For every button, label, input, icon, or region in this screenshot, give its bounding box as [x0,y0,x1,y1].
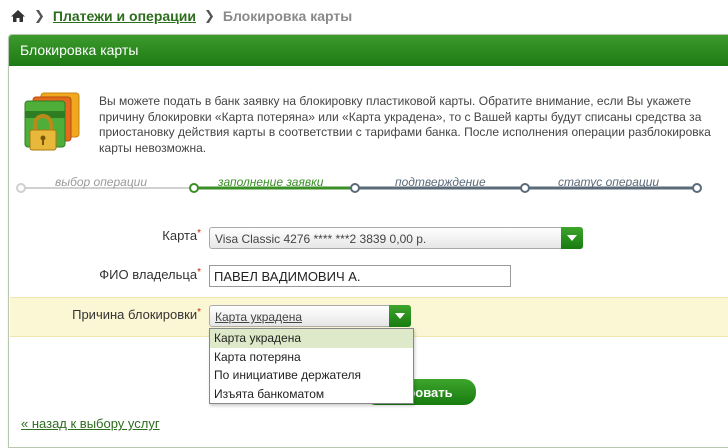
reason-select-value: Карта украдена [215,310,303,324]
back-to-services-link[interactable]: « назад к выбору услуг [21,416,160,431]
step-operation-status: статус операции [558,175,660,189]
breadcrumb-current: Блокировка карты [222,8,353,24]
dropdown-option[interactable]: Изъята банкоматом [210,385,413,404]
step-marker-icon [520,183,530,193]
step-choose-operation: выбор операции [55,175,148,189]
step-marker-icon [16,183,26,193]
card-select[interactable]: Visa Classic 4276 **** ***2 3839 0,00 р. [209,227,583,249]
dropdown-option[interactable]: По инициативе держателя [210,366,413,385]
breadcrumb: ❯ Платежи и операции ❯ Блокировка карты [10,6,352,26]
chevron-down-icon[interactable] [389,305,411,327]
required-mark: * [197,307,201,318]
breadcrumb-separator-icon: ❯ [34,8,45,23]
chevron-down-icon[interactable] [561,227,583,249]
reason-label: Причина блокировки* [72,307,201,322]
step-marker-icon [189,183,199,193]
locked-cards-icon [21,91,81,153]
owner-name-field[interactable] [209,265,511,287]
card-select-value: Visa Classic 4276 **** ***2 3839 0,00 р. [215,232,427,246]
reason-dropdown-list[interactable]: Карта украдена Карта потеряна По инициат… [209,328,414,404]
step-fill-request: заполнение заявки [218,175,324,189]
step-confirmation: подтверждение [395,175,486,189]
card-label: Карта* [162,228,201,243]
dropdown-option[interactable]: Карта потеряна [210,348,413,367]
step-marker-icon [350,183,360,193]
breadcrumb-separator-icon: ❯ [203,8,215,23]
panel-title: Блокировка карты [9,35,728,66]
breadcrumb-link-payments[interactable]: Платежи и операции [53,8,196,24]
home-icon[interactable] [10,9,26,23]
dropdown-option[interactable]: Карта украдена [210,329,413,348]
steps-progress: выбор операции заполнение заявки подтвер… [9,171,728,201]
card-block-panel: Блокировка карты Вы можете подать в банк… [8,34,728,448]
info-text: Вы можете подать в банк заявку на блокир… [99,94,711,155]
required-mark: * [197,267,201,278]
reason-select[interactable]: Карта украдена [209,305,411,327]
owner-label: ФИО владельца* [99,267,201,282]
step-marker-icon [692,183,702,193]
required-mark: * [197,228,201,239]
